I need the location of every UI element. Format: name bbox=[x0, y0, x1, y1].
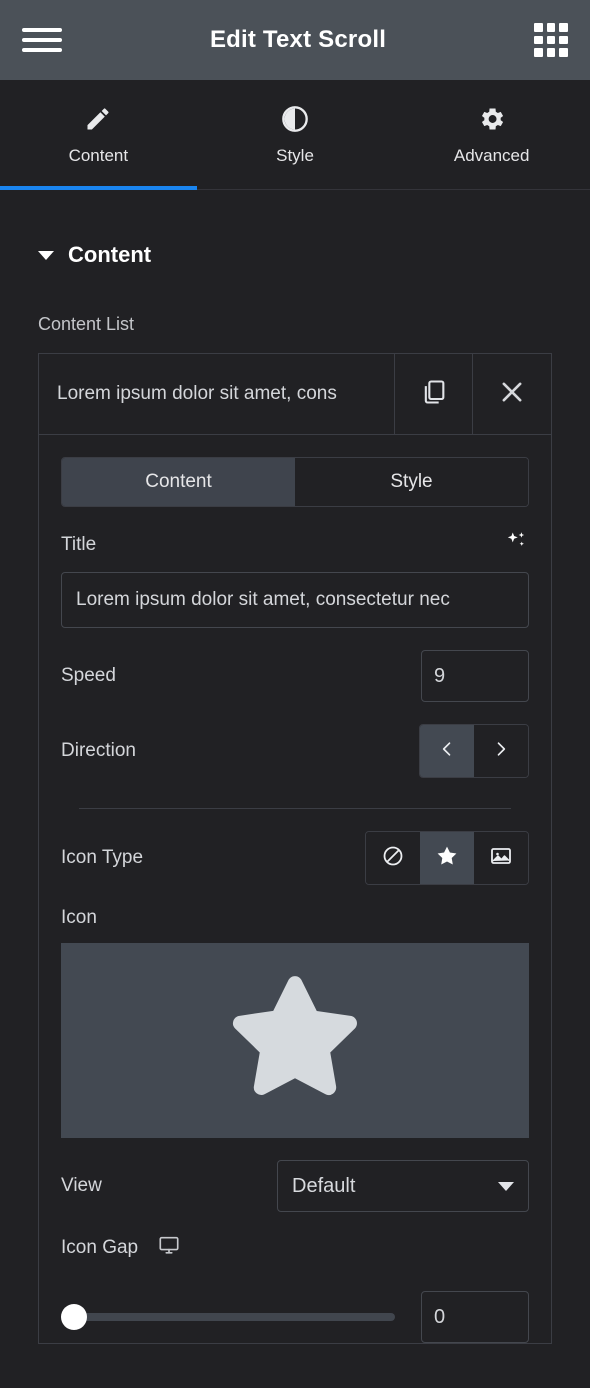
view-select[interactable]: Default bbox=[277, 1160, 529, 1212]
image-icon bbox=[489, 844, 513, 873]
direction-choices bbox=[419, 724, 529, 778]
section-header-content[interactable]: Content bbox=[0, 190, 590, 268]
item-tab-style[interactable]: Style bbox=[295, 458, 528, 506]
icon-type-choices bbox=[365, 831, 529, 885]
icon-type-label: Icon Type bbox=[61, 847, 144, 868]
chevron-right-icon bbox=[491, 739, 511, 764]
item-tab-content[interactable]: Content bbox=[62, 458, 295, 506]
icon-gap-field-header: Icon Gap bbox=[61, 1212, 529, 1261]
icon-type-option-none[interactable] bbox=[366, 832, 420, 884]
main-tabs: Content Style Advanced bbox=[0, 80, 590, 190]
gear-icon bbox=[478, 104, 506, 134]
copy-icon bbox=[420, 378, 448, 411]
view-field: View Default bbox=[61, 1138, 529, 1212]
speed-input[interactable]: 9 bbox=[421, 650, 529, 702]
star-icon bbox=[220, 963, 370, 1118]
ai-sparkles-icon[interactable] bbox=[503, 529, 529, 560]
icon-field: Icon bbox=[61, 885, 529, 1138]
view-select-value: Default bbox=[292, 1174, 356, 1197]
tab-advanced[interactable]: Advanced bbox=[393, 80, 590, 189]
pencil-icon bbox=[84, 104, 112, 134]
icon-gap-control: 0 bbox=[61, 1261, 529, 1343]
list-item: Lorem ipsum dolor sit amet, cons bbox=[39, 354, 551, 434]
tab-advanced-label: Advanced bbox=[453, 145, 530, 165]
direction-option-left[interactable] bbox=[420, 725, 474, 777]
section-title: Content bbox=[68, 242, 152, 267]
icon-preview[interactable] bbox=[61, 943, 529, 1138]
title-field-header: Title bbox=[61, 507, 529, 560]
none-ban-icon bbox=[381, 844, 405, 873]
content-list-label: Content List bbox=[38, 314, 135, 334]
item-editor: Content Style Title Lorem ipsum dolor si… bbox=[39, 434, 551, 1343]
tab-content[interactable]: Content bbox=[0, 80, 197, 190]
direction-label: Direction bbox=[61, 740, 136, 761]
view-label: View bbox=[61, 1175, 102, 1196]
speed-field: Speed 9 bbox=[61, 628, 529, 702]
icon-type-option-icon[interactable] bbox=[420, 832, 474, 884]
title-input[interactable]: Lorem ipsum dolor sit amet, consectetur … bbox=[61, 572, 529, 628]
slider-handle[interactable] bbox=[61, 1304, 87, 1330]
content-list-repeater: Lorem ipsum dolor sit amet, cons Content… bbox=[38, 353, 552, 1344]
contrast-half-circle-icon bbox=[281, 104, 309, 134]
desktop-monitor-icon[interactable] bbox=[158, 1234, 180, 1261]
close-icon bbox=[498, 378, 526, 411]
item-editor-tabs: Content Style bbox=[61, 457, 529, 507]
hamburger-menu-icon[interactable] bbox=[22, 25, 62, 55]
title-label: Title bbox=[61, 533, 97, 555]
list-item-title[interactable]: Lorem ipsum dolor sit amet, cons bbox=[39, 354, 395, 434]
icon-gap-slider[interactable] bbox=[61, 1304, 395, 1330]
direction-option-right[interactable] bbox=[474, 725, 528, 777]
star-icon bbox=[435, 844, 459, 873]
slider-track bbox=[74, 1313, 395, 1321]
tab-content-label: Content bbox=[68, 145, 129, 165]
settings-panel: Content Content List Lorem ipsum dolor s… bbox=[0, 190, 590, 1344]
chevron-down-icon bbox=[498, 1181, 514, 1191]
direction-field: Direction bbox=[61, 702, 529, 778]
duplicate-item-button[interactable] bbox=[395, 354, 473, 434]
chevron-left-icon bbox=[437, 739, 457, 764]
remove-item-button[interactable] bbox=[473, 354, 551, 434]
speed-label: Speed bbox=[61, 665, 116, 686]
icon-type-field: Icon Type bbox=[61, 809, 529, 885]
icon-gap-input[interactable]: 0 bbox=[421, 1291, 529, 1343]
icon-label: Icon bbox=[61, 907, 97, 928]
page-title: Edit Text Scroll bbox=[209, 26, 387, 53]
top-bar: Edit Text Scroll bbox=[0, 0, 590, 80]
apps-grid-icon[interactable] bbox=[534, 23, 568, 57]
tab-style-label: Style bbox=[276, 145, 314, 165]
icon-gap-label: Icon Gap bbox=[61, 1236, 139, 1258]
icon-type-option-image[interactable] bbox=[474, 832, 528, 884]
chevron-down-icon bbox=[38, 250, 54, 260]
tab-style[interactable]: Style bbox=[197, 80, 394, 189]
